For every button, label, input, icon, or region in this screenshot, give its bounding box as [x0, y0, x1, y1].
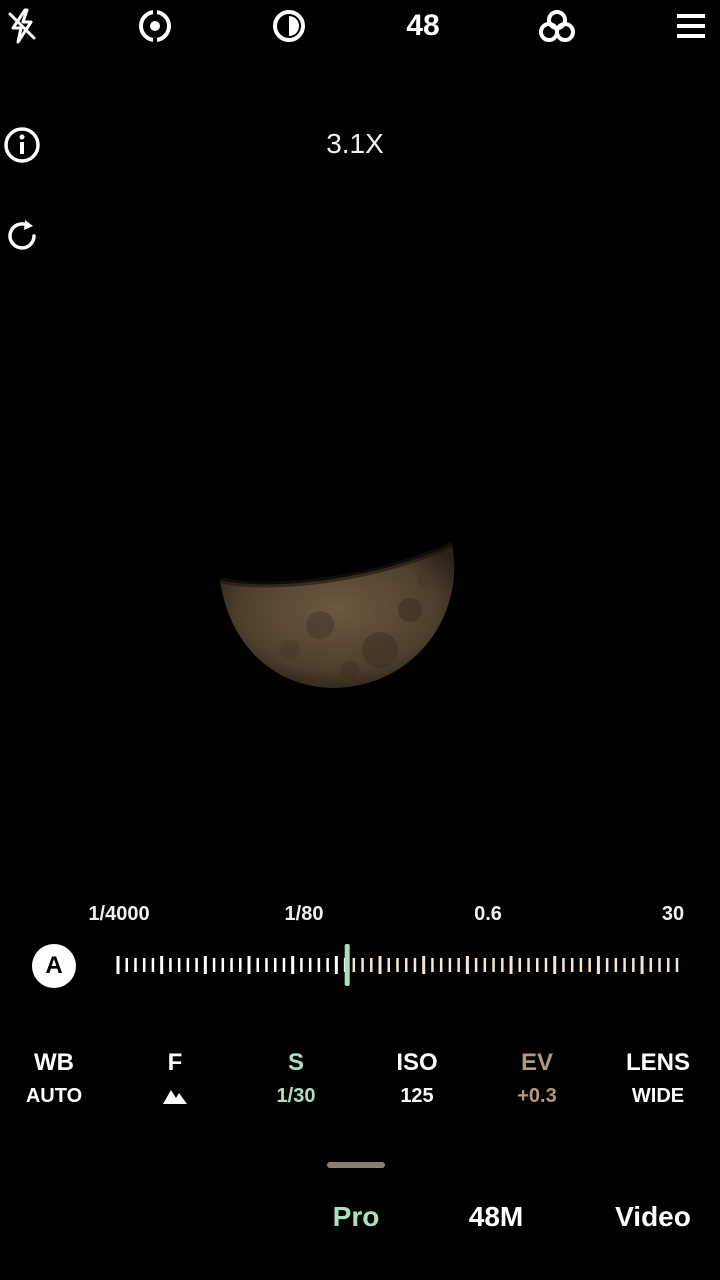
- filters-icon[interactable]: [537, 6, 577, 46]
- refresh-icon[interactable]: [2, 216, 42, 256]
- scale-label: 1/80: [284, 903, 324, 925]
- aperture-mountain-icon: [163, 1090, 187, 1104]
- param-value: AUTO: [25, 1085, 83, 1107]
- menu-icon[interactable]: [671, 6, 711, 46]
- pro-parameters: WB AUTO F S 1/30 ISO 125 EV +0.3 LENS WI…: [0, 1045, 720, 1115]
- scale-label: 1/4000: [88, 903, 150, 925]
- mode-pro[interactable]: Pro: [333, 1195, 380, 1239]
- param-s[interactable]: S 1/30: [241, 1045, 351, 1111]
- param-value: WIDE: [631, 1085, 685, 1107]
- moon-image: [220, 542, 455, 688]
- scale-label: 30: [661, 903, 685, 925]
- mode-selector: Pro 48M Video: [0, 1195, 720, 1245]
- param-ev[interactable]: EV +0.3: [482, 1045, 592, 1111]
- flash-off-icon[interactable]: [2, 6, 42, 46]
- dial-marker[interactable]: [344, 944, 350, 986]
- param-wb[interactable]: WB AUTO: [0, 1045, 109, 1111]
- param-name: F: [167, 1049, 183, 1076]
- shutter-scale-labels: 1/4000 1/80 0.6 30: [0, 903, 720, 931]
- param-name: S: [287, 1049, 304, 1076]
- param-value: [120, 1081, 230, 1111]
- zoom-level[interactable]: 3.1X: [300, 126, 410, 162]
- param-value: +0.3: [517, 1085, 557, 1107]
- param-lens[interactable]: LENS WIDE: [603, 1045, 713, 1111]
- shutter-dial[interactable]: [110, 940, 685, 990]
- info-icon[interactable]: [2, 125, 42, 165]
- param-value: 125: [400, 1085, 434, 1107]
- contrast-icon[interactable]: [269, 6, 309, 46]
- focus-icon[interactable]: [135, 6, 175, 46]
- param-value: 1/30: [276, 1085, 316, 1107]
- mode-video[interactable]: Video: [615, 1195, 691, 1239]
- param-iso[interactable]: ISO 125: [362, 1045, 472, 1111]
- mode-48m[interactable]: 48M: [469, 1195, 523, 1239]
- param-name: WB: [34, 1049, 74, 1076]
- active-mode-indicator: [327, 1162, 385, 1168]
- param-name: EV: [520, 1049, 553, 1076]
- param-name: ISO: [396, 1049, 438, 1076]
- scale-label: 0.6: [474, 903, 502, 925]
- auto-mode-button[interactable]: A: [32, 944, 76, 988]
- top-toolbar: 48: [0, 0, 720, 60]
- param-f[interactable]: F: [120, 1045, 230, 1111]
- resolution-label[interactable]: 48: [398, 8, 448, 44]
- param-name: LENS: [625, 1049, 690, 1076]
